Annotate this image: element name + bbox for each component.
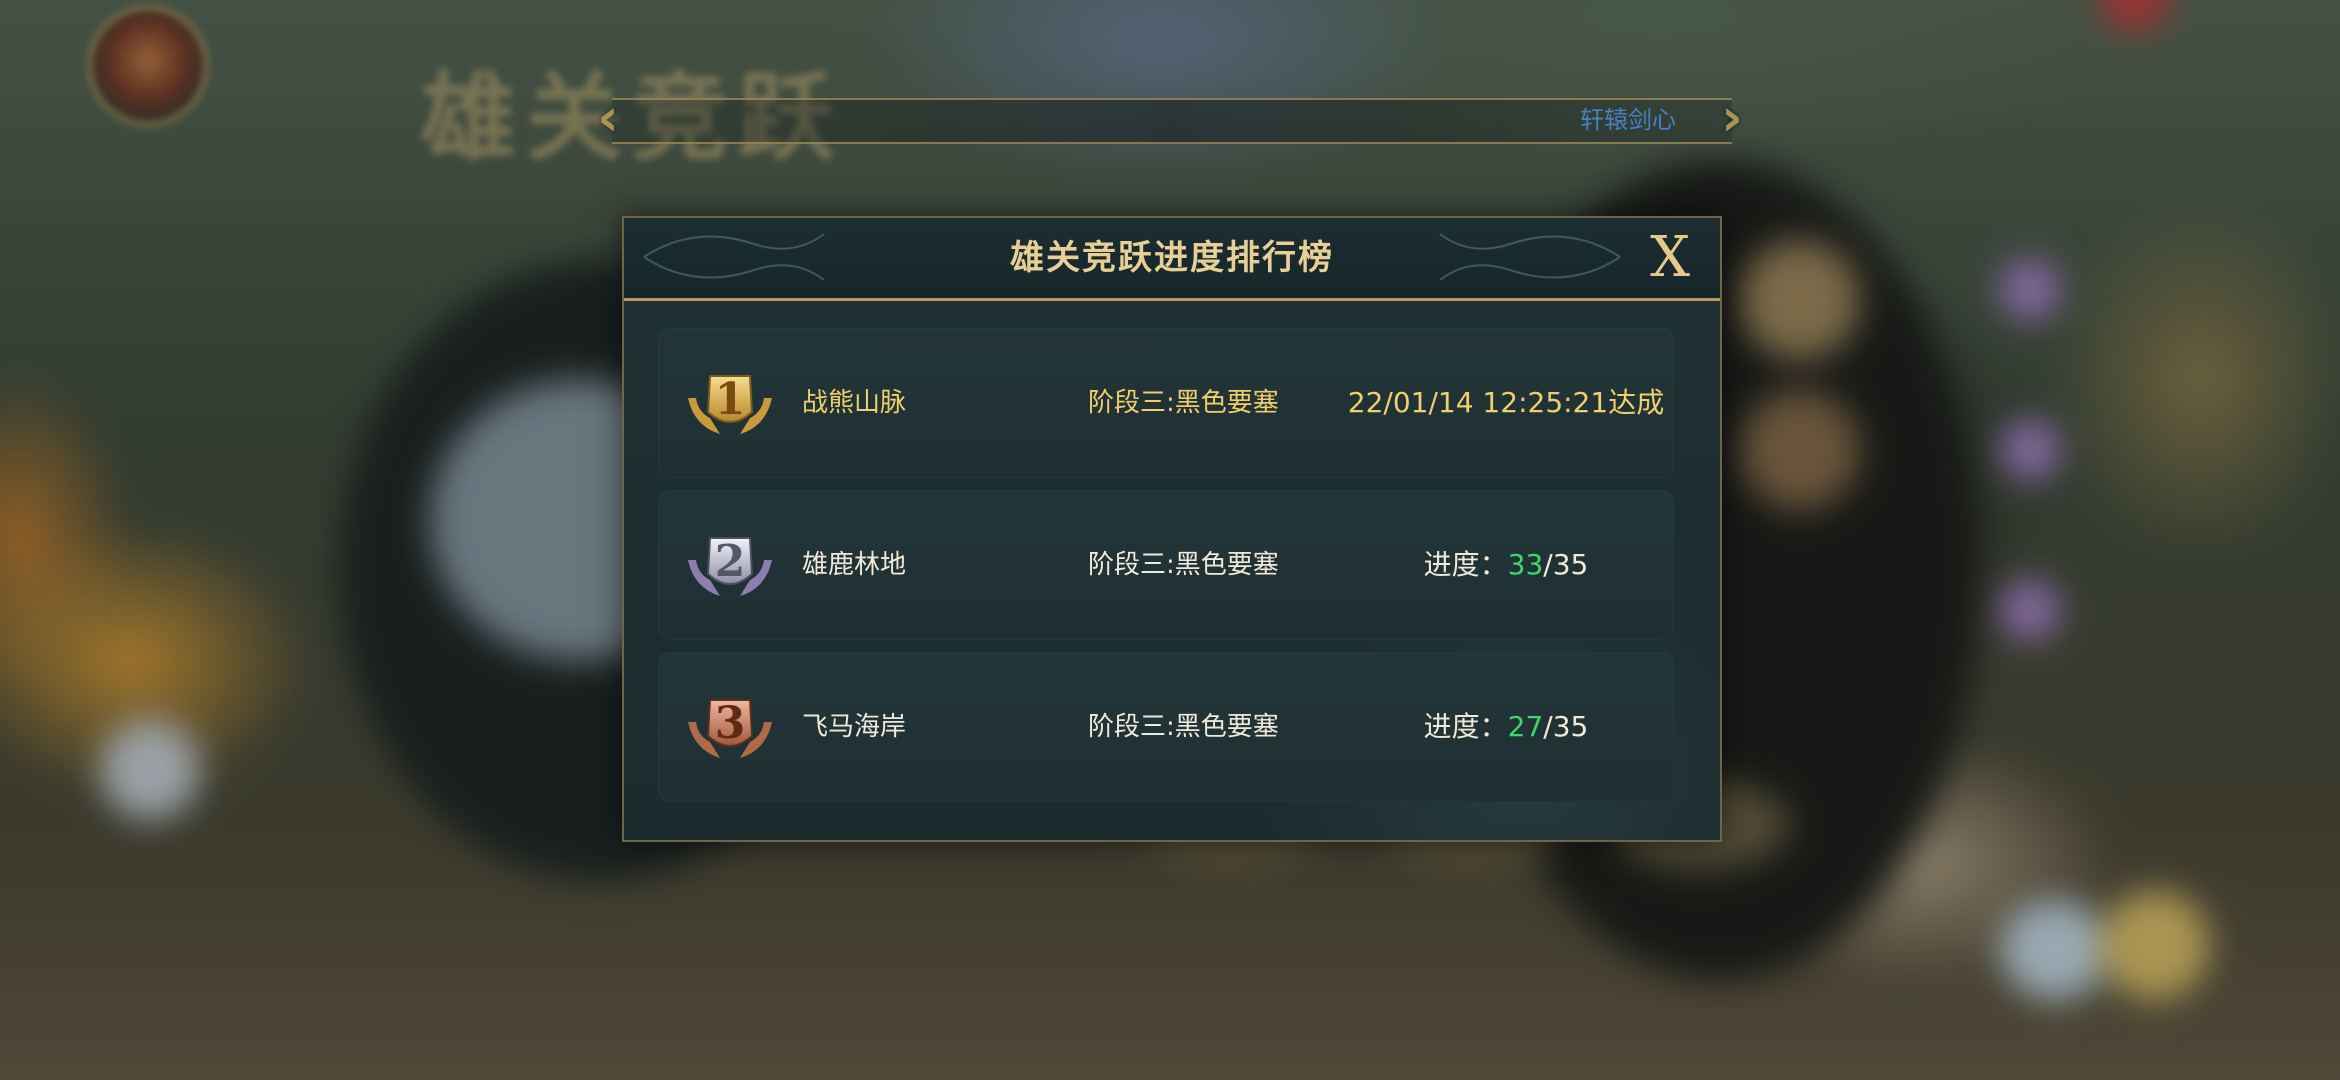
progress-current: 33 bbox=[1507, 548, 1544, 581]
progress-total: /35 bbox=[1543, 548, 1589, 581]
stage-label: 阶段三:黑色要塞 bbox=[1088, 550, 1279, 580]
rank-number: 3 bbox=[714, 698, 746, 749]
progress-label: 进度： bbox=[1423, 548, 1508, 581]
silver-medal-icon: 2 bbox=[680, 530, 780, 602]
close-button[interactable]: X bbox=[1640, 228, 1700, 288]
gold-medal-icon: 1 bbox=[680, 368, 780, 440]
region-name: 战熊山脉 bbox=[802, 388, 907, 418]
ranking-list: 1 战熊山脉 阶段三:黑色要塞 22/01/14 12:25:21达成 2 雄鹿… bbox=[658, 328, 1674, 814]
completion-time: 22/01/14 12:25:21达成 bbox=[1347, 386, 1665, 419]
progress-text: 进度：33/35 bbox=[1338, 490, 1674, 640]
ranking-modal: 雄关竞跃进度排行榜 X 1 战熊山脉 阶段三:黑色要塞 22/01/14 12:… bbox=[622, 216, 1722, 842]
modal-title: 雄关竞跃进度排行榜 bbox=[1010, 238, 1334, 278]
region-name: 飞马海岸 bbox=[802, 712, 907, 742]
bronze-medal-icon: 3 bbox=[680, 692, 780, 764]
ranking-row: 1 战熊山脉 阶段三:黑色要塞 22/01/14 12:25:21达成 bbox=[658, 328, 1674, 478]
progress-text: 进度：27/35 bbox=[1338, 652, 1674, 802]
ranking-row: 2 雄鹿林地 阶段三:黑色要塞 进度：33/35 bbox=[658, 490, 1674, 640]
progress-label: 进度： bbox=[1423, 710, 1508, 743]
stage-label: 阶段三:黑色要塞 bbox=[1088, 712, 1279, 742]
game-screen: 雄关竞跃 ‹ › 轩辕剑心 雄关竞跃进度排行榜 X bbox=[0, 0, 2340, 1080]
region-name: 雄鹿林地 bbox=[802, 550, 907, 580]
rank-number: 2 bbox=[714, 536, 746, 587]
progress-current: 27 bbox=[1507, 710, 1544, 743]
ranking-row: 3 飞马海岸 阶段三:黑色要塞 进度：27/35 bbox=[658, 652, 1674, 802]
progress-total: /35 bbox=[1543, 710, 1589, 743]
modal-header: 雄关竞跃进度排行榜 X bbox=[624, 218, 1720, 301]
stage-label: 阶段三:黑色要塞 bbox=[1088, 388, 1279, 418]
rank-number: 1 bbox=[714, 374, 746, 425]
